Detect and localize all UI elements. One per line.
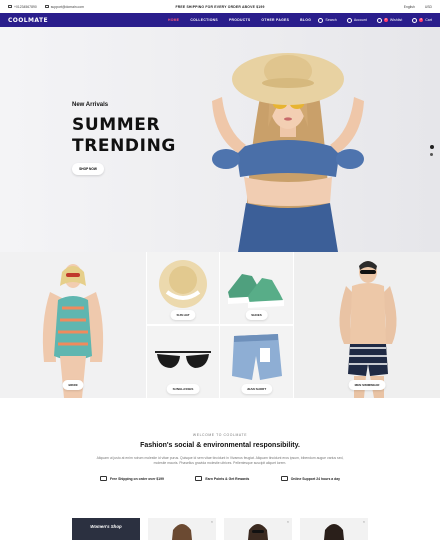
product-image (172, 524, 192, 540)
feature-label: Free Shipping on order over $199 (110, 476, 164, 481)
category-label-shoes[interactable]: SHOES (245, 310, 268, 320)
category-tile-bikini[interactable]: BIKINI (0, 252, 146, 398)
category-label-sunglasses[interactable]: SUNGLASSES (166, 384, 200, 394)
category-grid: BIKINI SUN HAT SHOES SUNGLASSES JEAN SHO… (0, 252, 440, 398)
slider-dot[interactable] (430, 153, 433, 156)
gift-icon (195, 476, 203, 481)
men-swimwear-model-image (339, 261, 397, 398)
category-tile-sun-hat[interactable]: SUN HAT (147, 252, 219, 324)
user-icon (346, 17, 352, 23)
category-label-men-swimwear[interactable]: MEN SWIMWEAR (348, 380, 386, 390)
hero-subtitle: New Arrivals (72, 102, 109, 108)
product-image (248, 524, 268, 540)
category-label-bikini[interactable]: BIKINI (62, 380, 84, 390)
nav-item-collections[interactable]: COLLECTIONS (190, 18, 218, 22)
nav-item-home[interactable]: HOME (168, 18, 179, 22)
hero-model-image (212, 53, 364, 252)
category-tile-jean-short[interactable]: JEAN SHORT (220, 326, 293, 398)
feature-label: Earn Points & Get Rewards (205, 476, 250, 481)
feature-rewards: Earn Points & Get Rewards (195, 476, 249, 481)
wishlist-count-badge: 0 (383, 18, 388, 22)
welcome-section: WELCOME TO COOLMATE Fashion's social & e… (0, 398, 440, 508)
wishlist-button[interactable]: 0 Wishlist (376, 17, 403, 23)
main-nav: COOLMATE HOME COLLECTIONS PRODUCTS OTHER… (0, 13, 440, 27)
account-button[interactable]: Account (346, 17, 367, 23)
nav-item-other-pages[interactable]: OTHER PAGES (261, 18, 289, 22)
search-label: Search (325, 18, 337, 22)
hero-banner: New Arrivals SUMMER TRENDING SHOP NOW (0, 27, 440, 252)
contact-info: +01234567890 support@domain.com (8, 5, 84, 9)
phone-icon (280, 476, 288, 481)
welcome-eyebrow: WELCOME TO COOLMATE (192, 433, 248, 437)
bikini-model-image (42, 264, 104, 398)
welcome-heading: Fashion's social & environmental respons… (140, 442, 300, 449)
phone-link[interactable]: +01234567890 (8, 5, 37, 9)
cart-label: Cart (425, 18, 432, 22)
product-card[interactable]: × (148, 518, 216, 540)
feature-label: Online Support 24 hours a day (290, 476, 340, 481)
product-image (324, 524, 344, 540)
category-label-jean-short[interactable]: JEAN SHORT (240, 384, 273, 394)
truck-icon (100, 476, 107, 481)
hero-title-line1: SUMMER (72, 115, 161, 135)
cart-button[interactable]: 0 Cart (412, 17, 432, 23)
feature-free-shipping: Free Shipping on order over $199 (100, 476, 164, 481)
nav-item-products[interactable]: PRODUCTS (229, 18, 250, 22)
hero-title-line2: TRENDING (72, 136, 176, 156)
wishlist-label: Wishlist (389, 18, 403, 22)
womens-shop-label: Women's Shop (90, 524, 122, 529)
site-logo[interactable]: COOLMATE (8, 17, 48, 24)
language-select[interactable]: English (404, 5, 415, 9)
phone-text: +01234567890 (14, 4, 37, 9)
close-icon[interactable]: × (287, 520, 289, 524)
slider-dot-active[interactable] (430, 145, 434, 149)
cart-count-badge: 0 (419, 18, 424, 22)
category-tile-sunglasses[interactable]: SUNGLASSES (147, 326, 219, 398)
category-label-sun-hat[interactable]: SUN HAT (170, 310, 196, 320)
shop-now-button[interactable]: SHOP NOW (72, 163, 104, 175)
close-icon[interactable]: × (363, 520, 365, 524)
womens-shop-card[interactable]: Women's Shop (72, 518, 140, 540)
promo-message: FREE SHIPPING FOR EVERY ORDER ABOVE $199 (175, 4, 265, 9)
email-link[interactable]: support@domain.com (44, 4, 84, 9)
account-label: Account (353, 18, 367, 22)
product-strip: Women's Shop × × × (72, 518, 368, 540)
currency-select[interactable]: USD (425, 5, 432, 9)
search-icon (318, 17, 324, 23)
close-icon[interactable]: × (211, 520, 213, 524)
slider-pagination (430, 145, 434, 156)
hero-title: SUMMER TRENDING (72, 115, 176, 157)
product-card[interactable]: × (300, 518, 368, 540)
feature-list: Free Shipping on order over $199 Earn Po… (100, 476, 340, 481)
category-tile-men-swimwear[interactable]: MEN SWIMWEAR (294, 252, 440, 398)
category-tile-shoes[interactable]: SHOES (220, 252, 293, 324)
feature-support: Online Support 24 hours a day (280, 476, 340, 481)
search-button[interactable]: Search (318, 17, 337, 23)
welcome-text: Aliquam ut justo at enim rutrum molestie… (96, 456, 344, 466)
top-utility-bar: +01234567890 support@domain.com FREE SHI… (0, 0, 440, 13)
product-card[interactable]: × (224, 518, 292, 540)
nav-item-blog[interactable]: BLOG (300, 18, 311, 22)
nav-menu: HOME COLLECTIONS PRODUCTS OTHER PAGES BL… (168, 18, 311, 22)
mail-icon (44, 5, 49, 8)
heart-icon (376, 17, 382, 23)
phone-icon (8, 5, 12, 8)
email-text: support@domain.com (50, 4, 84, 9)
cart-icon (412, 17, 418, 23)
